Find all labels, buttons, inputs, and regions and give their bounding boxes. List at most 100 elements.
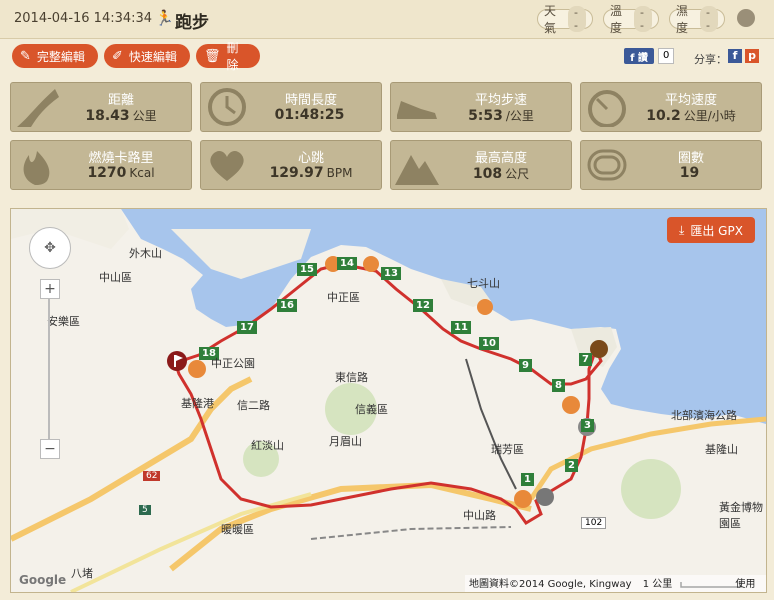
map-place-label: 瑞芳區: [491, 443, 524, 456]
stat-label: 燃燒卡路里: [88, 151, 154, 166]
privacy-globe-icon[interactable]: [737, 9, 755, 27]
share-label: 分享：: [694, 53, 727, 66]
stat-value: 5:53: [468, 108, 503, 124]
quick-edit-button[interactable]: ✐ 快速編輯: [104, 44, 190, 68]
play-marker[interactable]: [590, 340, 608, 358]
stat-value-row: 10.2 公里/小時: [621, 107, 761, 124]
stat-label: 平均速度: [664, 93, 717, 108]
start-flag-marker[interactable]: [167, 351, 187, 371]
map-place-label: 東信路: [335, 371, 368, 384]
pencil-icon: ✎: [20, 48, 31, 64]
km-marker-9[interactable]: 9: [519, 353, 532, 372]
km-marker-14[interactable]: 14: [337, 251, 357, 270]
map-scale-label: 1 公里: [642, 579, 673, 590]
route-map[interactable]: 1 2 3 7 8 9 10 11 12 13 14 15 16 17 18 外…: [10, 208, 767, 593]
km-marker-label: 7: [579, 353, 592, 366]
map-attribution: 地圖資料©2014 Google, Kingway: [469, 579, 632, 590]
humidity-value: --: [700, 6, 718, 32]
map-place-label: 暖暖區: [221, 523, 254, 536]
km-marker-11[interactable]: 11: [451, 315, 471, 334]
stat-value: 1270: [87, 165, 127, 181]
play-marker[interactable]: [188, 360, 206, 378]
map-place-label: 外木山: [129, 247, 162, 260]
km-marker-16[interactable]: 16: [277, 293, 297, 312]
stat-distance: 距離 18.43 公里: [10, 82, 192, 132]
km-marker-12[interactable]: 12: [413, 293, 433, 312]
road-number: 5: [139, 505, 151, 515]
export-gpx-button[interactable]: ⤓ 匯出 GPX: [667, 217, 755, 243]
stat-unit: 公里/小時: [683, 109, 736, 123]
download-icon: ⤓: [679, 222, 685, 237]
stat-value: 18.43: [85, 108, 130, 124]
weather-label: 天氣: [544, 4, 557, 35]
map-place-label: 中正區: [327, 291, 360, 304]
google-logo: Google: [19, 573, 67, 587]
road: [465, 358, 517, 490]
full-edit-button[interactable]: ✎ 完整編輯: [12, 44, 98, 68]
km-marker-17[interactable]: 17: [237, 315, 257, 334]
km-marker-1[interactable]: 1: [521, 467, 534, 486]
km-marker-7[interactable]: 7: [579, 347, 592, 366]
stat-value-row: 19: [621, 165, 761, 181]
play-marker[interactable]: [477, 299, 493, 315]
facebook-like[interactable]: f 讚 0: [624, 47, 675, 65]
activity-datetime: 2014-04-16 14:34:34: [14, 11, 153, 26]
km-marker-label: 16: [277, 299, 297, 312]
pause-marker[interactable]: [536, 488, 554, 506]
share-plurk-icon[interactable]: p: [745, 49, 759, 63]
stat-unit: Kcal: [129, 166, 155, 180]
km-marker-label: 2: [565, 459, 578, 472]
km-marker-13[interactable]: 13: [381, 261, 401, 280]
share-facebook-icon[interactable]: f: [728, 49, 742, 63]
park-area: [621, 459, 681, 519]
map-place-label: 中正公園: [211, 357, 255, 370]
stat-heart-rate: 心跳 129.97 BPM: [200, 140, 382, 190]
km-marker-label: 9: [519, 359, 532, 372]
quick-edit-label: 快速編輯: [128, 49, 177, 64]
map-place-label: 信義區: [355, 403, 388, 416]
zoom-slider-track[interactable]: [48, 299, 50, 439]
km-marker-3[interactable]: 3: [581, 413, 594, 432]
km-marker-label: 11: [451, 321, 471, 334]
trash-icon: 🗑: [204, 48, 221, 64]
stat-duration: 時間長度 01:48:25: [200, 82, 382, 132]
map-place-label: 基隆港: [181, 397, 214, 410]
humidity-selector[interactable]: 濕度 --: [669, 4, 725, 35]
stat-value-row: 18.43 公里: [51, 107, 191, 124]
play-marker[interactable]: [363, 256, 379, 272]
stat-value: 19: [679, 165, 700, 181]
sea-area: [11, 209, 766, 424]
humidity-label: 濕度: [676, 4, 689, 35]
stat-value: 01:48:25: [274, 107, 345, 123]
km-marker-8[interactable]: 8: [552, 373, 565, 392]
stat-label: 時間長度: [284, 93, 337, 108]
stat-label: 圈數: [677, 151, 704, 166]
map-zoom-controls: ✥ + −: [29, 227, 71, 459]
map-place-label: 中山路: [463, 509, 496, 522]
temperature-label: 溫度: [610, 4, 623, 35]
zoom-in-button[interactable]: +: [40, 279, 60, 299]
stat-label: 最高高度: [474, 151, 527, 166]
stat-value: 10.2: [646, 108, 681, 124]
map-footer: 地圖資料©2014 Google, Kingway 1 公里 使用條款: [465, 575, 766, 592]
temperature-selector[interactable]: 溫度 --: [603, 4, 659, 35]
delete-button[interactable]: 🗑 刪除: [196, 41, 260, 72]
play-marker[interactable]: [514, 490, 532, 508]
road-number: 102: [581, 517, 607, 529]
km-marker-label: 15: [297, 263, 317, 276]
facebook-like-button[interactable]: f 讚: [624, 48, 654, 64]
km-marker-15[interactable]: 15: [297, 257, 317, 276]
play-marker[interactable]: [562, 396, 580, 414]
map-pan-control[interactable]: ✥: [29, 227, 71, 269]
map-place-label: 北部濱海公路: [671, 409, 737, 422]
km-marker-label: 13: [381, 267, 401, 280]
zoom-out-button[interactable]: −: [40, 439, 60, 459]
map-place-label: 黃金博物園區: [719, 501, 763, 530]
action-bar: ✎ 完整編輯 ✐ 快速編輯 🗑 刪除 f 讚 0 分享： f p: [0, 39, 774, 75]
km-marker-10[interactable]: 10: [479, 331, 499, 350]
map-place-label: 月眉山: [329, 435, 362, 448]
km-marker-2[interactable]: 2: [565, 453, 578, 472]
stat-unit: /公里: [505, 109, 534, 123]
stat-value-row: 129.97 BPM: [241, 165, 381, 181]
weather-selector[interactable]: 天氣 --: [537, 4, 593, 35]
